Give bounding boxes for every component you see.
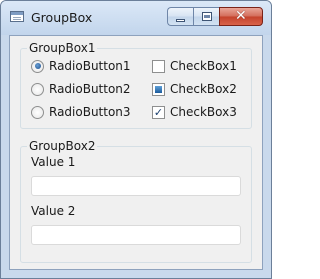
value1-input[interactable] (31, 176, 241, 196)
radio-3-indicator[interactable] (31, 105, 44, 119)
value2-label: Value 2 (31, 204, 76, 218)
groupbox2-title: GroupBox2 (27, 139, 98, 153)
radio-1-label: RadioButton1 (49, 59, 131, 73)
checkbox-3[interactable]: ✓ CheckBox3 (152, 104, 237, 120)
checkbox-2-label: CheckBox2 (170, 82, 237, 96)
title-bar[interactable]: GroupBox ✕ (1, 1, 271, 35)
window-client-area: GroupBox1 RadioButton1 RadioButton2 Radi… (9, 35, 263, 270)
checkbox-3-indicator[interactable]: ✓ (152, 105, 165, 119)
window-title: GroupBox (31, 10, 93, 25)
value2-input[interactable] (31, 225, 241, 245)
checkbox-2-indicator[interactable] (152, 82, 165, 96)
minimize-icon (176, 19, 185, 22)
checkmark-icon: ✓ (153, 105, 164, 119)
maximize-button[interactable] (193, 7, 219, 26)
radio-1-indicator[interactable] (31, 59, 44, 73)
value1-label: Value 1 (31, 155, 76, 169)
close-button[interactable]: ✕ (219, 7, 263, 26)
checkbox-3-label: CheckBox3 (170, 105, 237, 119)
radio-2-indicator[interactable] (31, 82, 44, 96)
checkbox-1[interactable]: CheckBox1 (152, 58, 237, 74)
checkbox-1-label: CheckBox1 (170, 59, 237, 73)
checkbox-2[interactable]: CheckBox2 (152, 81, 237, 97)
radio-button-3[interactable]: RadioButton3 (31, 104, 131, 120)
groupbox2: GroupBox2 Value 1 Value 2 (20, 139, 252, 263)
caption-buttons: ✕ (167, 7, 263, 26)
groupbox1-title: GroupBox1 (27, 41, 98, 55)
minimize-button[interactable] (167, 7, 193, 26)
radio-button-2[interactable]: RadioButton2 (31, 81, 131, 97)
groupbox-window: GroupBox ✕ GroupBox1 RadioButton1 RadioB… (0, 0, 272, 279)
radio-2-label: RadioButton2 (49, 82, 131, 96)
maximize-icon (202, 12, 212, 21)
radio-3-label: RadioButton3 (49, 105, 131, 119)
checkbox-1-indicator[interactable] (152, 59, 165, 73)
close-icon: ✕ (235, 8, 247, 24)
radio-button-1[interactable]: RadioButton1 (31, 58, 131, 74)
groupbox1: GroupBox1 RadioButton1 RadioButton2 Radi… (20, 41, 252, 129)
window-app-icon (10, 11, 24, 22)
